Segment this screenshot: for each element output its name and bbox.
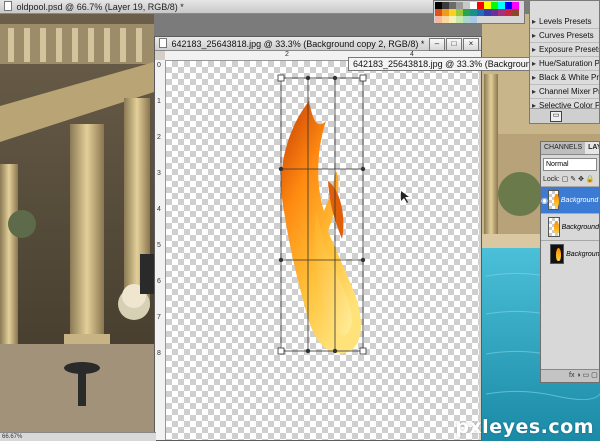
layers-footer[interactable]: fx ◑ ▭ ▢ 🗑 xyxy=(541,369,599,382)
adjustment-preset-curves[interactable]: Curves Presets xyxy=(530,29,599,43)
birdbath-small xyxy=(140,254,154,294)
layer-row-background-copy[interactable]: Background copy xyxy=(541,213,599,240)
swatch[interactable] xyxy=(498,2,505,9)
eye-icon[interactable]: ◉ xyxy=(541,196,548,205)
ruler-left-label: 3 xyxy=(157,170,161,177)
swatch[interactable] xyxy=(470,16,477,23)
layer-row-background[interactable]: Background xyxy=(541,240,599,267)
ruler-left[interactable]: 0 1 2 3 4 5 6 7 8 xyxy=(155,60,166,440)
new-adjustment-icon[interactable]: ▭ xyxy=(550,111,562,122)
background-document-titlebar[interactable]: oldpool.psd @ 66.7% (Layer 19, RGB/8) * xyxy=(0,0,440,14)
swatch[interactable] xyxy=(456,2,463,9)
maximize-button[interactable]: □ xyxy=(446,38,462,51)
ruler-left-label: 4 xyxy=(157,206,161,213)
pool-plant xyxy=(498,172,542,216)
tab-channels[interactable]: CHANNELS xyxy=(541,142,585,154)
swatch[interactable] xyxy=(449,16,456,23)
swatches-panel[interactable] xyxy=(433,0,525,24)
column-center xyxy=(70,124,104,354)
transparent-canvas[interactable] xyxy=(166,61,479,440)
swatch[interactable] xyxy=(477,9,484,16)
ruler-left-label: 7 xyxy=(157,314,161,321)
minimize-button[interactable]: – xyxy=(429,38,445,51)
close-button[interactable]: × xyxy=(463,38,479,51)
swatch[interactable] xyxy=(484,2,491,9)
swatch[interactable] xyxy=(449,9,456,16)
swatch[interactable] xyxy=(435,2,442,9)
blend-mode-select[interactable]: Normal xyxy=(543,158,597,171)
status-bar: 66.67% xyxy=(0,432,156,441)
swatch[interactable] xyxy=(491,9,498,16)
adjustment-preset-exposure[interactable]: Exposure Presets xyxy=(530,43,599,57)
layer-thumbnail xyxy=(549,244,565,264)
swatch[interactable] xyxy=(456,16,463,23)
document-window-title: 642183_25643818.jpg @ 33.3% (Background … xyxy=(171,39,425,49)
adjustment-preset-hue-saturation[interactable]: Hue/Saturation Presets xyxy=(530,57,599,71)
swatch[interactable] xyxy=(491,2,498,9)
layer-name: Background copy xyxy=(561,223,599,231)
swatch[interactable] xyxy=(470,2,477,9)
watermark: pxleyes.com xyxy=(455,416,594,438)
layer-thumbnail xyxy=(547,190,559,210)
adjustment-preset-channel-mixer[interactable]: Channel Mixer Presets xyxy=(530,85,599,99)
document-icon xyxy=(159,38,167,48)
flame-layer[interactable] xyxy=(166,61,479,440)
swatch[interactable] xyxy=(512,2,519,9)
swatch[interactable] xyxy=(435,9,442,16)
ruler-top-label: 2 xyxy=(285,51,289,58)
swatch[interactable] xyxy=(484,9,491,16)
lock-transparency-icon[interactable]: ▢ xyxy=(562,176,569,183)
ruler-left-label: 0 xyxy=(157,62,161,69)
background-document-title: oldpool.psd @ 66.7% (Layer 19, RGB/8) * xyxy=(16,2,184,12)
lock-move-icon[interactable]: ✥ xyxy=(578,176,584,183)
swatch[interactable] xyxy=(477,2,484,9)
swatch[interactable] xyxy=(442,9,449,16)
layer-row-background-copy-2[interactable]: ◉ Background copy 2 xyxy=(541,186,599,213)
swatch[interactable] xyxy=(498,9,505,16)
stone-floor xyxy=(0,344,154,441)
swatch[interactable] xyxy=(456,9,463,16)
swatch[interactable] xyxy=(442,16,449,23)
swatch[interactable] xyxy=(463,16,470,23)
birdbath-stem xyxy=(78,370,86,406)
planter-left xyxy=(8,210,36,238)
lock-all-icon[interactable]: 🔒 xyxy=(586,176,595,183)
adjustments-footer: ▭ xyxy=(530,108,599,123)
swatch[interactable] xyxy=(442,2,449,9)
swatch[interactable] xyxy=(470,9,477,16)
arrow-cursor-icon xyxy=(401,191,409,203)
pool-column xyxy=(484,74,498,254)
layer-name: Background copy 2 xyxy=(560,196,599,204)
lock-row: Lock: ▢ ✎ ✥ 🔒 xyxy=(541,174,599,186)
lock-label: Lock: xyxy=(543,176,560,183)
adjustments-panel[interactable]: Levels Presets Curves Presets Exposure P… xyxy=(529,0,600,124)
swatch[interactable] xyxy=(512,9,519,16)
adjustment-preset-levels[interactable]: Levels Presets xyxy=(530,15,599,29)
swatch[interactable] xyxy=(505,2,512,9)
swatch[interactable] xyxy=(449,2,456,9)
document-window-titlebar[interactable]: 642183_25643818.jpg @ 33.3% (Background … xyxy=(155,37,481,51)
balustrade-posts xyxy=(8,28,142,62)
document-window[interactable]: 642183_25643818.jpg @ 33.3% (Background … xyxy=(154,36,482,441)
document-icon xyxy=(4,1,12,11)
swatch[interactable] xyxy=(463,2,470,9)
ruler-left-label: 8 xyxy=(157,350,161,357)
layer-thumbnail xyxy=(547,217,560,237)
ruler-left-label: 1 xyxy=(157,98,161,105)
swatch[interactable] xyxy=(435,16,442,23)
ruler-left-label: 2 xyxy=(157,134,161,141)
lock-brush-icon[interactable]: ✎ xyxy=(570,176,576,183)
window-controls: – □ × xyxy=(429,38,479,51)
layers-panel[interactable]: CHANNELS LAYERS Normal Lock: ▢ ✎ ✥ 🔒 ◉ B… xyxy=(540,141,600,383)
ruler-left-label: 6 xyxy=(157,278,161,285)
swatch[interactable] xyxy=(505,9,512,16)
swatch[interactable] xyxy=(463,9,470,16)
layer-name: Background xyxy=(566,250,599,258)
ruler-left-label: 5 xyxy=(157,242,161,249)
layers-panel-tabs: CHANNELS LAYERS xyxy=(541,142,599,155)
adjustment-preset-black-white[interactable]: Black & White Presets xyxy=(530,71,599,85)
tab-layers[interactable]: LAYERS xyxy=(585,142,599,154)
